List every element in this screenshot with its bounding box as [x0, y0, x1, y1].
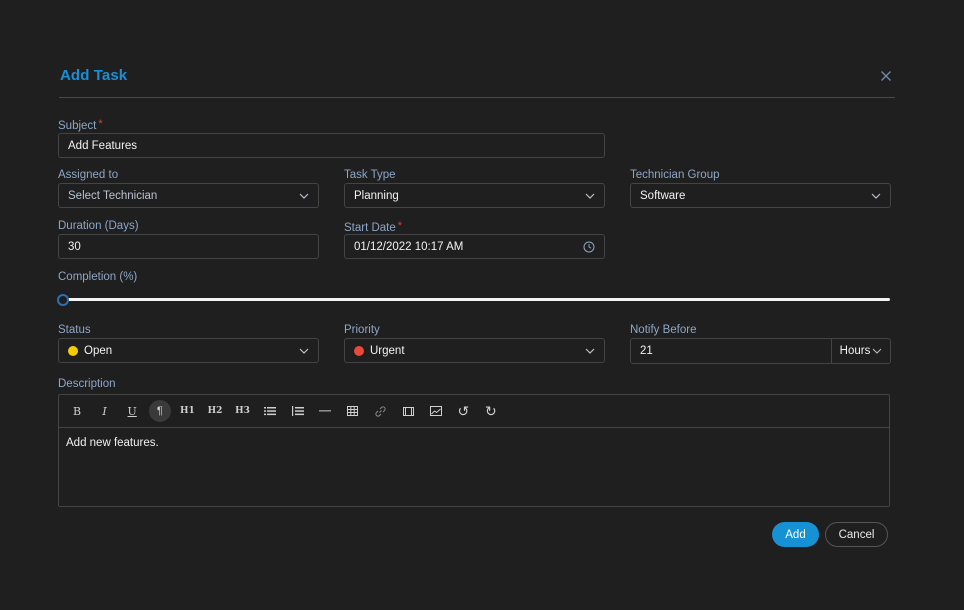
status-value: Open — [84, 344, 113, 357]
technician-group-value: Software — [640, 189, 686, 202]
subject-label-text: Subject — [58, 120, 97, 132]
completion-slider-thumb[interactable] — [57, 294, 69, 306]
status-label: Status — [58, 324, 91, 336]
notify-before-value: 21 — [640, 345, 653, 357]
task-type-select[interactable]: Planning — [344, 183, 605, 208]
italic-button[interactable]: I — [94, 400, 116, 422]
heading-2-icon: H2 — [207, 406, 223, 416]
notify-before-input[interactable]: 21 — [631, 339, 831, 363]
priority-dot-icon — [354, 345, 364, 356]
duration-input[interactable]: 30 — [58, 234, 319, 259]
bullet-list-icon — [264, 407, 277, 416]
underline-icon: U — [127, 404, 137, 418]
cancel-button[interactable]: Cancel — [825, 522, 888, 547]
image-button[interactable] — [425, 400, 447, 422]
paragraph-button[interactable]: ¶ — [148, 400, 171, 422]
priority-select[interactable]: Urgent — [344, 338, 605, 363]
notify-unit-select[interactable]: Hours — [831, 339, 890, 363]
close-button[interactable] — [878, 68, 894, 84]
description-label: Description — [58, 378, 116, 390]
add-button[interactable]: Add — [772, 522, 819, 547]
chevron-down-icon — [872, 348, 882, 354]
clock-icon[interactable] — [583, 241, 595, 253]
status-dot-icon — [68, 345, 78, 356]
chevron-down-icon — [299, 193, 309, 199]
chevron-down-icon — [585, 193, 595, 199]
table-icon — [347, 406, 359, 416]
table-button[interactable] — [342, 400, 364, 422]
redo-button[interactable]: ↻ — [480, 400, 502, 422]
chevron-down-icon — [299, 348, 309, 354]
technician-group-label: Technician Group — [630, 169, 720, 181]
italic-icon: I — [102, 404, 107, 418]
bold-button[interactable]: B — [66, 400, 88, 422]
subject-input[interactable]: Add Features — [58, 133, 605, 158]
subject-value: Add Features — [68, 139, 138, 152]
close-icon — [881, 71, 891, 81]
duration-label: Duration (Days) — [58, 220, 139, 232]
redo-icon: ↻ — [485, 402, 497, 419]
task-type-label: Task Type — [344, 169, 396, 181]
duration-value: 30 — [68, 240, 81, 253]
description-editor: B I U ¶ H1 H2 H3 ↺ ↻ Add new features. — [58, 394, 890, 507]
description-text: Add new features. — [66, 437, 159, 449]
notify-before-label: Notify Before — [630, 324, 697, 336]
add-task-dialog: Add Task Subject * Add Features Assigned … — [0, 0, 964, 610]
chevron-down-icon — [585, 348, 595, 354]
completion-slider-track[interactable] — [62, 298, 890, 301]
required-mark: * — [98, 118, 103, 130]
heading-1-button[interactable]: H1 — [176, 400, 198, 422]
priority-label: Priority — [344, 324, 380, 336]
bullet-list-button[interactable] — [259, 400, 281, 422]
start-date-label-text: Start Date — [344, 222, 396, 234]
paragraph-icon: ¶ — [156, 405, 163, 417]
ordered-list-icon — [291, 406, 304, 416]
assigned-to-label: Assigned to — [58, 169, 119, 181]
undo-button[interactable]: ↺ — [452, 400, 474, 422]
completion-label: Completion (%) — [58, 271, 138, 283]
image-icon — [429, 406, 442, 416]
chevron-down-icon — [871, 193, 881, 199]
status-select[interactable]: Open — [58, 338, 319, 363]
description-content[interactable]: Add new features. — [59, 428, 889, 458]
underline-button[interactable]: U — [121, 400, 143, 422]
heading-3-button[interactable]: H3 — [232, 400, 254, 422]
notify-before-group: 21 Hours — [630, 338, 891, 364]
notify-unit-value: Hours — [839, 345, 871, 357]
assigned-to-select[interactable]: Select Technician — [58, 183, 319, 208]
undo-icon: ↺ — [457, 402, 470, 419]
heading-1-icon: H1 — [179, 406, 195, 416]
assigned-to-placeholder: Select Technician — [68, 189, 158, 202]
start-date-value: 01/12/2022 10:17 AM — [354, 240, 464, 253]
start-date-label: Start Date * — [344, 220, 402, 234]
horizontal-rule-icon — [319, 410, 332, 412]
link-button[interactable] — [370, 400, 392, 422]
horizontal-rule-button[interactable] — [314, 400, 336, 422]
start-date-input[interactable]: 01/12/2022 10:17 AM — [344, 234, 605, 259]
required-mark: * — [397, 220, 403, 232]
editor-toolbar: B I U ¶ H1 H2 H3 ↺ ↻ — [59, 395, 889, 428]
dialog-title: Add Task — [60, 67, 128, 84]
ordered-list-button[interactable] — [287, 400, 309, 422]
task-type-value: Planning — [354, 189, 399, 202]
subject-label: Subject * — [58, 118, 103, 132]
video-button[interactable] — [397, 400, 419, 422]
bold-icon: B — [72, 404, 82, 418]
heading-2-button[interactable]: H2 — [204, 400, 226, 422]
technician-group-select[interactable]: Software — [630, 183, 891, 208]
video-icon — [402, 406, 414, 416]
heading-3-icon: H3 — [235, 406, 250, 416]
priority-value: Urgent — [370, 344, 405, 357]
link-icon — [375, 405, 386, 417]
header-divider — [59, 97, 895, 98]
